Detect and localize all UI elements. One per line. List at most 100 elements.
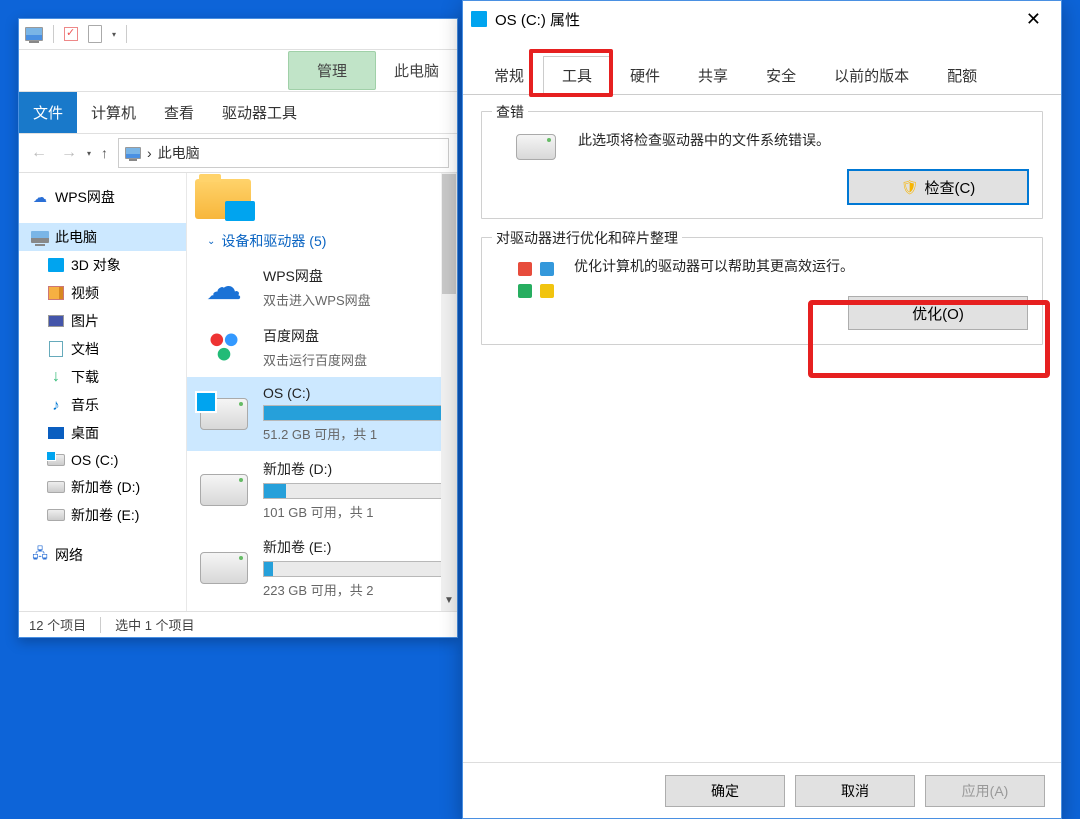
ribbon-view[interactable]: 查看	[150, 92, 208, 133]
3d-icon	[48, 258, 64, 272]
address-text[interactable]: 此电脑	[158, 143, 200, 163]
address-bar[interactable]: › 此电脑	[118, 138, 449, 168]
tree-desktop[interactable]: 桌面	[19, 419, 186, 447]
tree-vol-d[interactable]: 新加卷 (D:)	[19, 473, 186, 501]
network-icon: 🖧	[31, 546, 49, 564]
cloud-icon: ☁	[206, 269, 242, 305]
entry-os-c[interactable]: OS (C:) 51.2 GB 可用，共 1	[187, 377, 457, 451]
tree-pictures[interactable]: 图片	[19, 307, 186, 335]
ribbon-file[interactable]: 文件	[19, 92, 77, 133]
tab-previous[interactable]: 以前的版本	[815, 56, 928, 95]
qat-checkbox-icon[interactable]	[64, 27, 78, 41]
nav-up-icon[interactable]: ↑	[97, 141, 112, 165]
tree-this-pc[interactable]: 此电脑	[19, 223, 186, 251]
baidu-icon	[204, 327, 244, 367]
music-icon: ♪	[47, 396, 65, 414]
documents-icon	[49, 341, 63, 357]
group-title: 对驱动器进行优化和碎片整理	[492, 228, 682, 248]
close-button[interactable]: ✕	[1014, 5, 1053, 34]
tabs: 常规 工具 硬件 共享 安全 以前的版本 配额	[463, 55, 1061, 95]
scrollbar[interactable]: ▲ ▼	[441, 173, 457, 611]
desktop-icon	[48, 427, 64, 439]
nav-row: ← → ▾ ↑ › 此电脑	[19, 133, 457, 173]
entry-wps[interactable]: ☁ WPS网盘 双击进入WPS网盘	[187, 257, 457, 317]
cancel-button[interactable]: 取消	[795, 775, 915, 807]
address-crumb[interactable]: ›	[147, 145, 152, 161]
ribbon-drive-tools[interactable]: 驱动器工具	[208, 92, 311, 133]
status-count: 12 个项目	[29, 615, 86, 634]
nav-back-icon[interactable]: ←	[27, 140, 51, 166]
ribbon-contextual-manage[interactable]: 管理	[288, 51, 376, 90]
entry-vol-e[interactable]: 新加卷 (E:) 223 GB 可用，共 2	[187, 529, 457, 607]
group-title: 查错	[492, 102, 528, 122]
dialog-titlebar: OS (C:) 属性 ✕	[463, 1, 1061, 37]
explorer-window: ▾ 管理 此电脑 文件 计算机 查看 驱动器工具 ← → ▾ ↑ › 此电脑 ☁…	[18, 18, 458, 638]
drive-icon	[200, 552, 248, 584]
tree-os-c[interactable]: OS (C:)	[19, 447, 186, 473]
tab-tools[interactable]: 工具	[543, 56, 611, 95]
tree-music[interactable]: ♪ 音乐	[19, 391, 186, 419]
tree-network[interactable]: 🖧 网络	[19, 541, 186, 569]
shield-icon: 🛡	[901, 179, 919, 196]
defrag-icon	[516, 260, 556, 300]
explorer-titlebar: ▾	[19, 19, 457, 49]
scroll-down-icon[interactable]: ▼	[441, 595, 457, 611]
drive-icon	[200, 474, 248, 506]
tree-downloads[interactable]: ↓ 下载	[19, 363, 186, 391]
status-selected: 选中 1 个项目	[115, 615, 194, 634]
drive-icon	[471, 11, 487, 27]
tree-video[interactable]: 视频	[19, 279, 186, 307]
cloud-icon: ☁	[31, 188, 49, 206]
tab-hardware[interactable]: 硬件	[611, 56, 679, 95]
tree-documents[interactable]: 文档	[19, 335, 186, 363]
nav-history-icon[interactable]: ▾	[87, 149, 91, 158]
group-check: 查错 此选项将检查驱动器中的文件系统错误。 🛡 检查(C)	[481, 111, 1043, 219]
qat-dropdown-icon[interactable]: ▾	[112, 30, 116, 39]
tree-vol-e[interactable]: 新加卷 (E:)	[19, 501, 186, 529]
video-icon	[48, 286, 64, 300]
ribbon-computer[interactable]: 计算机	[77, 92, 150, 133]
usage-bar	[263, 561, 447, 577]
pc-icon	[25, 27, 43, 41]
usage-bar	[263, 483, 447, 499]
tab-general[interactable]: 常规	[475, 56, 543, 95]
pc-icon	[31, 231, 49, 243]
tab-quota[interactable]: 配额	[928, 56, 996, 95]
scroll-thumb[interactable]	[442, 174, 456, 294]
dialog-title: OS (C:) 属性	[495, 9, 580, 30]
ribbon-context-title: 此电脑	[376, 50, 457, 91]
pictures-folder-icon	[195, 179, 251, 219]
group-optimize: 对驱动器进行优化和碎片整理 优化计算机的驱动器可以帮助其更高效运行。 优化(O)	[481, 237, 1043, 345]
ok-button[interactable]: 确定	[665, 775, 785, 807]
tab-security[interactable]: 安全	[747, 56, 815, 95]
drive-icon	[516, 134, 560, 174]
drive-icon	[47, 481, 65, 493]
content-pane: ⌄ 设备和驱动器 (5) ☁ WPS网盘 双击进入WPS网盘 百度网盘	[187, 173, 457, 611]
entry-vol-d[interactable]: 新加卷 (D:) 101 GB 可用，共 1	[187, 451, 457, 529]
entry-baidu[interactable]: 百度网盘 双击运行百度网盘	[187, 317, 457, 377]
apply-button[interactable]: 应用(A)	[925, 775, 1045, 807]
qat-doc-icon[interactable]	[88, 25, 102, 43]
chevron-down-icon: ⌄	[207, 236, 215, 247]
check-desc: 此选项将检查驱动器中的文件系统错误。	[578, 130, 1028, 150]
drive-icon	[47, 509, 65, 521]
pc-icon	[125, 147, 141, 159]
ribbon-row1: 管理 此电脑	[19, 49, 457, 91]
ribbon-row2: 文件 计算机 查看 驱动器工具	[19, 91, 457, 133]
group-devices[interactable]: ⌄ 设备和驱动器 (5)	[187, 223, 457, 257]
download-icon: ↓	[47, 368, 65, 386]
optimize-desc: 优化计算机的驱动器可以帮助其更高效运行。	[574, 256, 1028, 276]
folder-thumb[interactable]	[187, 175, 457, 223]
dialog-footer: 确定 取消 应用(A)	[463, 762, 1061, 818]
usage-bar	[263, 405, 447, 421]
optimize-button[interactable]: 优化(O)	[848, 296, 1028, 330]
tab-sharing[interactable]: 共享	[679, 56, 747, 95]
drive-icon	[200, 398, 248, 430]
status-bar: 12 个项目 选中 1 个项目	[19, 611, 457, 637]
nav-fwd-icon[interactable]: →	[57, 140, 81, 166]
check-button[interactable]: 🛡 检查(C)	[848, 170, 1028, 204]
properties-dialog: OS (C:) 属性 ✕ 常规 工具 硬件 共享 安全 以前的版本 配额 查错 …	[462, 0, 1062, 819]
tree-3d[interactable]: 3D 对象	[19, 251, 186, 279]
drive-icon	[47, 454, 65, 466]
tree-wps[interactable]: ☁ WPS网盘	[19, 183, 186, 211]
